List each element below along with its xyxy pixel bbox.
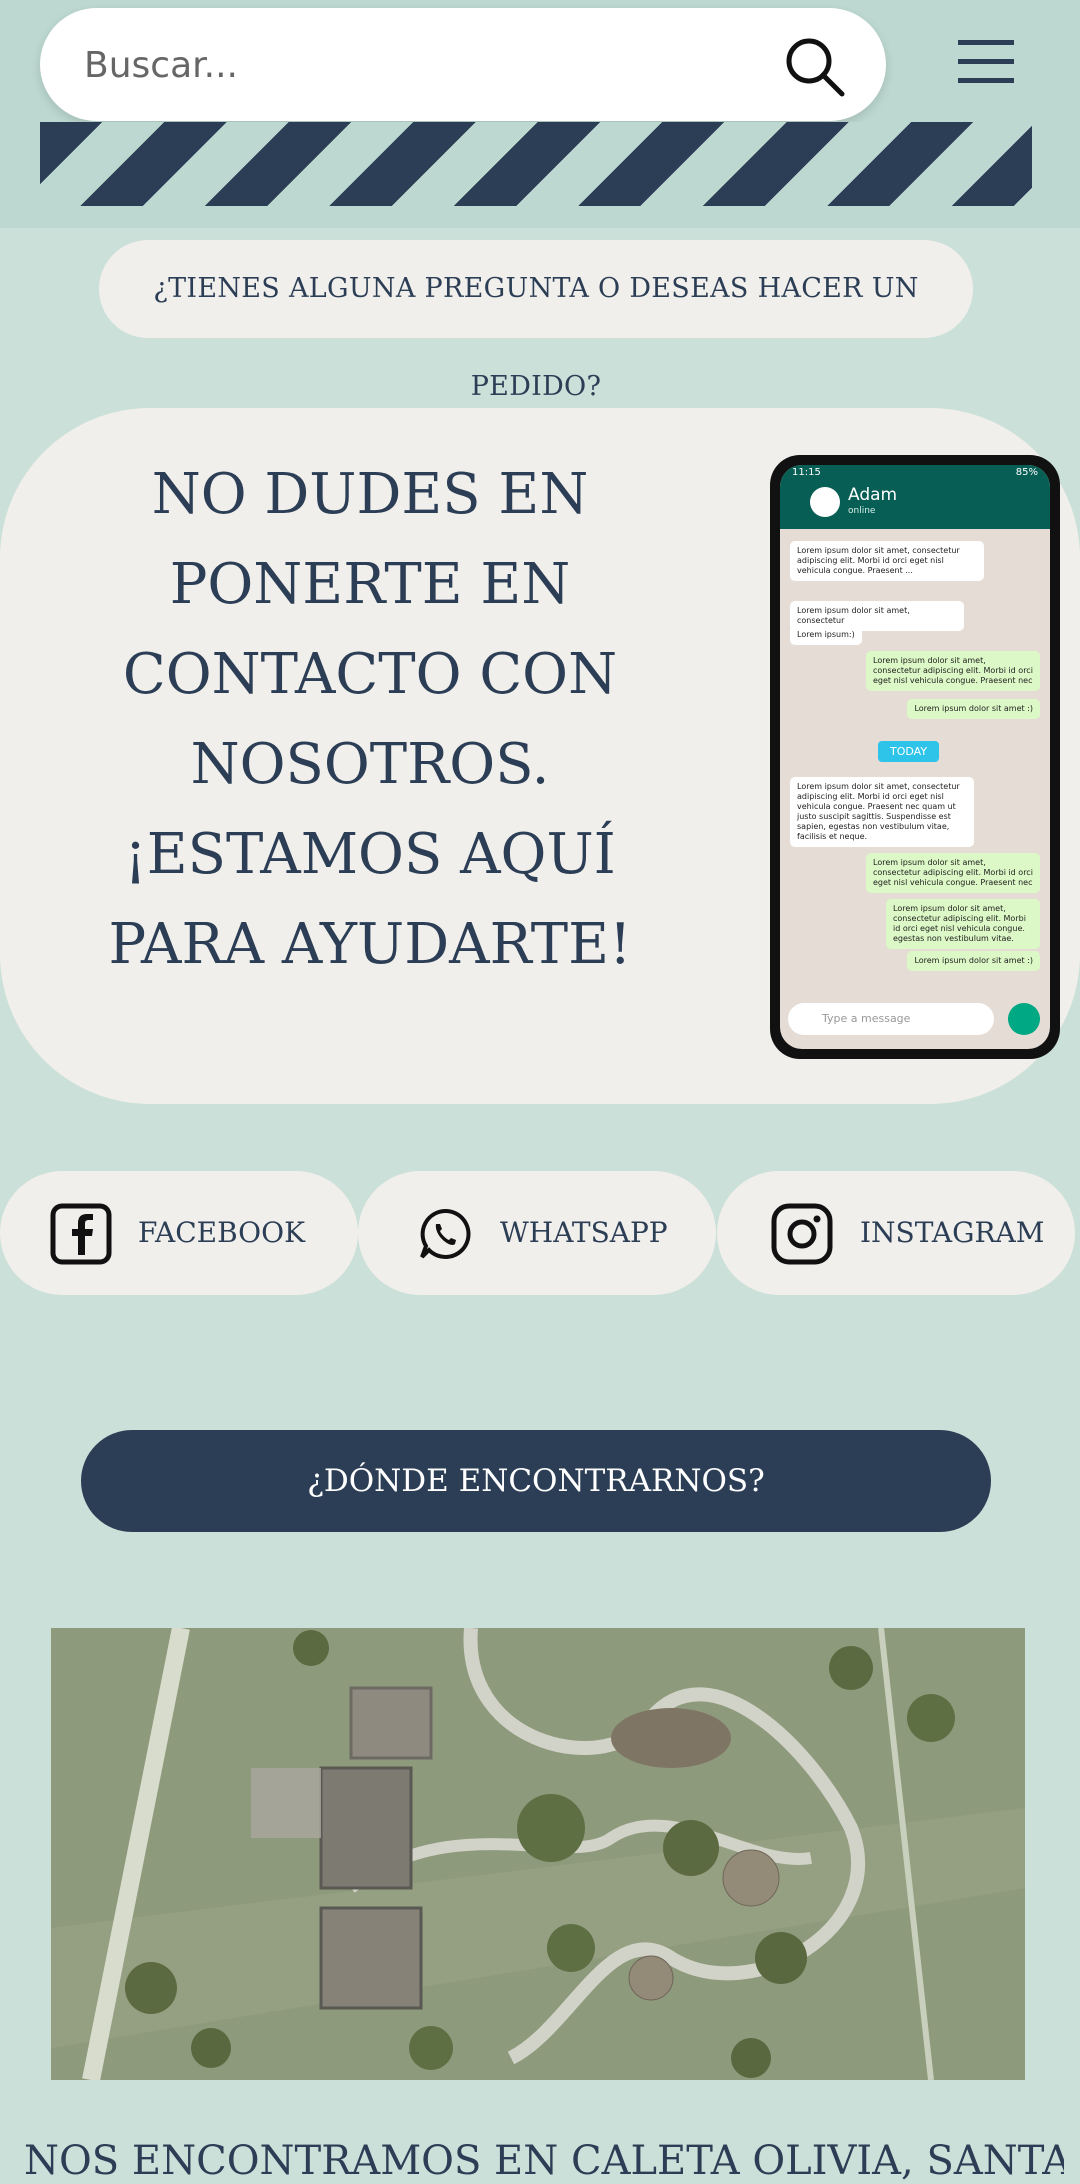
- search-icon[interactable]: [782, 34, 848, 100]
- chat-message: Lorem ipsum dolor sit amet :): [907, 699, 1040, 719]
- chat-message: Lorem ipsum dolor sit amet :): [907, 951, 1040, 971]
- find-us-button[interactable]: ¿DÓNDE ENCONTRARNOS?: [81, 1430, 991, 1532]
- date-divider: TODAY: [878, 741, 940, 762]
- instagram-label: INSTAGRAM: [860, 1216, 1045, 1249]
- site-aerial-map-image: [51, 1628, 1025, 2080]
- chat-header: 11:15 85% Adam online: [780, 465, 1050, 529]
- contact-avatar: [810, 487, 840, 517]
- hamburger-menu-icon[interactable]: [958, 34, 1014, 90]
- hero-line: ¡ESTAMOS AQUÍ: [124, 822, 616, 887]
- header: [0, 0, 1080, 228]
- facebook-icon: [50, 1203, 112, 1265]
- chat-message: Lorem ipsum dolor sit amet, consectetur …: [790, 777, 974, 847]
- instagram-icon: [771, 1203, 833, 1265]
- chat-message: Lorem ipsum dolor sit amet, consectetur …: [790, 541, 984, 581]
- hero-line: NO DUDES EN: [151, 462, 589, 527]
- compose-field: Type a message: [788, 1003, 994, 1035]
- instagram-button[interactable]: INSTAGRAM: [717, 1171, 1075, 1295]
- hero-line: NOSOTROS.: [190, 732, 550, 797]
- hero-line: PONERTE EN: [169, 552, 571, 617]
- status-battery: 85%: [1015, 467, 1038, 478]
- search-input[interactable]: [82, 32, 786, 98]
- microphone-icon: [1008, 1003, 1040, 1035]
- hero-message: NO DUDES EN PONERTE EN CONTACTO CON NOSO…: [40, 450, 700, 990]
- contact-name: Adam: [848, 485, 898, 505]
- question-banner: ¿TIENES ALGUNA PREGUNTA O DESEAS HACER U…: [99, 240, 973, 402]
- hero-line: PARA AYUDARTE!: [108, 912, 632, 977]
- contact-hero: NO DUDES EN PONERTE EN CONTACTO CON NOSO…: [0, 408, 1080, 1104]
- chat-screen: 11:15 85% Adam online Lorem ipsum dolor …: [780, 465, 1050, 1049]
- location-description: NOS ENCONTRAMOS EN CALETA OLIVIA, SANTA: [24, 2138, 1064, 2184]
- search-bar[interactable]: [40, 8, 886, 121]
- status-time: 11:15: [792, 467, 821, 478]
- whatsapp-label: WHATSAPP: [500, 1216, 668, 1249]
- aerial-map-drawing: [51, 1628, 1025, 2080]
- hero-line: CONTACTO CON: [122, 642, 618, 707]
- chat-message: Lorem ipsum:): [790, 625, 862, 645]
- decorative-stripes: [40, 122, 1032, 206]
- whatsapp-button[interactable]: WHATSAPP: [358, 1171, 716, 1295]
- phone-mockup: 11:15 85% Adam online Lorem ipsum dolor …: [770, 455, 1060, 1059]
- contact-status: online: [848, 506, 876, 516]
- whatsapp-icon: [420, 1208, 471, 1259]
- chat-message: Lorem ipsum dolor sit amet, consectetur …: [866, 651, 1040, 691]
- facebook-button[interactable]: FACEBOOK: [0, 1171, 358, 1295]
- facebook-label: FACEBOOK: [138, 1216, 306, 1249]
- chat-message: Lorem ipsum dolor sit amet, consectetur …: [866, 853, 1040, 893]
- chat-message: Lorem ipsum dolor sit amet, consectetur …: [886, 899, 1040, 949]
